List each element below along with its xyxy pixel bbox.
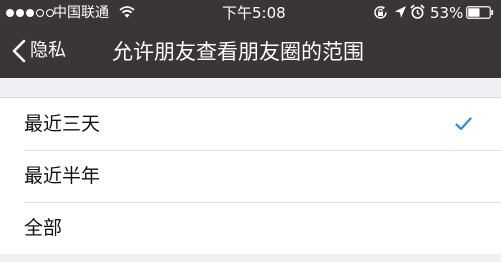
back-button-label: 隐私 — [30, 40, 66, 61]
signal-dot — [26, 9, 34, 17]
option-last-three-days[interactable]: 最近三天 — [0, 98, 501, 150]
signal-strength-icon — [6, 9, 54, 18]
page-title: 允许朋友查看朋友圈的范围 — [112, 40, 364, 64]
signal-dot — [16, 9, 24, 17]
option-label: 全部 — [24, 217, 63, 239]
option-label: 最近半年 — [24, 165, 101, 187]
wifi-icon — [119, 6, 135, 18]
back-button[interactable]: 隐私 — [12, 36, 66, 66]
signal-dot — [36, 9, 44, 17]
top-bar: 中国联通 下午5:08 53% 隐私 允许朋友查看朋友圈的范围 — [0, 0, 501, 78]
location-arrow-icon — [395, 6, 406, 18]
alarm-clock-icon — [410, 4, 425, 19]
option-last-half-year[interactable]: 最近半年 — [0, 150, 501, 202]
chevron-left-icon — [12, 39, 26, 63]
navigation-bar: 隐私 允许朋友查看朋友圈的范围 — [0, 26, 501, 78]
rotation-lock-icon — [374, 6, 387, 19]
battery-percentage: 53% — [430, 4, 464, 22]
status-time: 下午5:08 — [222, 4, 286, 22]
checkmark-icon — [455, 117, 472, 131]
battery-icon — [466, 6, 494, 19]
visibility-range-options: 最近三天 最近半年 全部 — [0, 97, 501, 254]
option-label: 最近三天 — [24, 113, 101, 135]
status-bar: 中国联通 下午5:08 53% — [0, 0, 501, 26]
signal-dot — [6, 9, 14, 17]
carrier-name: 中国联通 — [53, 5, 109, 21]
option-all[interactable]: 全部 — [0, 202, 501, 254]
